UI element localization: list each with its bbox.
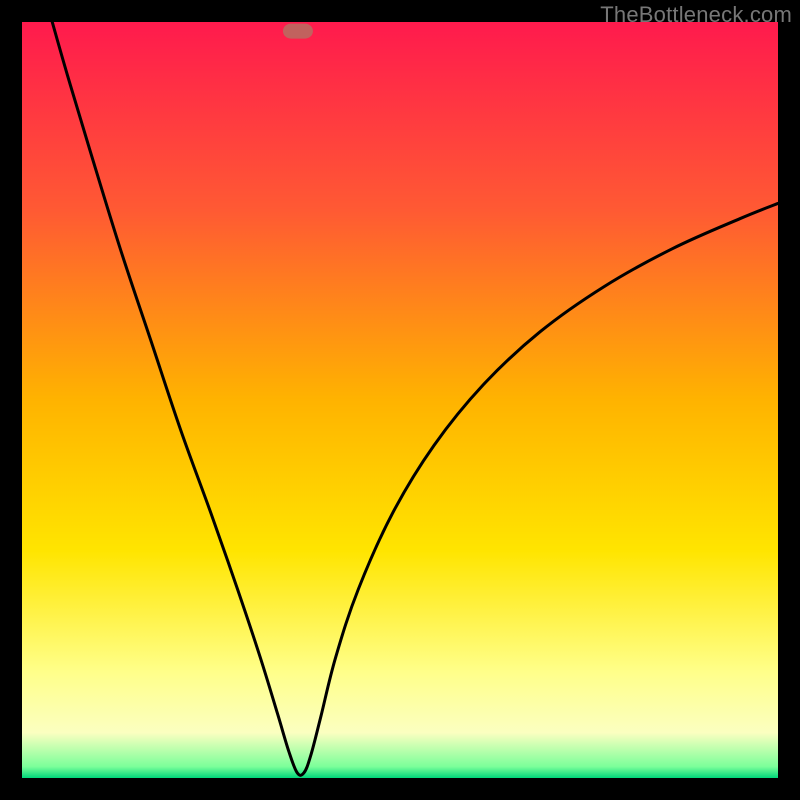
chart-frame bbox=[22, 22, 778, 778]
optimal-marker bbox=[283, 24, 313, 39]
bottleneck-chart bbox=[22, 22, 778, 778]
gradient-background bbox=[22, 22, 778, 778]
